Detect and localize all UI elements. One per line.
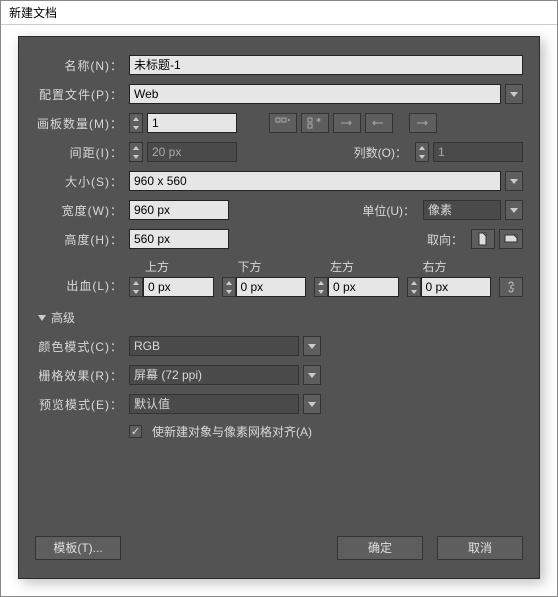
- profile-dropdown-icon[interactable]: [505, 84, 523, 104]
- align-label: 使新建对象与像素网格对齐(A): [152, 423, 312, 440]
- colormode-dropdown-icon[interactable]: [303, 336, 321, 356]
- units-select[interactable]: 像素: [423, 200, 501, 220]
- landscape-icon[interactable]: [499, 229, 523, 249]
- columns-input: 1: [433, 142, 523, 162]
- cancel-button[interactable]: 取消: [437, 536, 523, 560]
- title-bar: 新建文档: [1, 1, 557, 25]
- align-checkbox[interactable]: ✓: [129, 425, 142, 438]
- bleed-top-input[interactable]: 0 px: [143, 277, 214, 297]
- ok-button[interactable]: 确定: [337, 536, 423, 560]
- spacing-spinner: [129, 142, 143, 162]
- bleed-top-spinner[interactable]: [129, 277, 143, 297]
- orientation-label: 取向：: [427, 231, 463, 248]
- advanced-toggle[interactable]: 高级: [39, 309, 523, 326]
- units-dropdown-icon[interactable]: [505, 200, 523, 220]
- artboards-input[interactable]: 1: [147, 113, 237, 133]
- name-label: 名称(N)：: [35, 57, 129, 74]
- row-rtl-icon[interactable]: [365, 113, 393, 133]
- profile-label: 配置文件(P)：: [35, 86, 129, 103]
- spacing-input: 20 px: [147, 142, 237, 162]
- raster-select[interactable]: 屏幕 (72 ppi): [129, 365, 299, 385]
- height-label: 高度(H)：: [35, 231, 129, 248]
- raster-label: 栅格效果(R)：: [35, 367, 129, 384]
- preview-select[interactable]: 默认值: [129, 394, 299, 414]
- profile-select[interactable]: Web: [129, 84, 501, 104]
- columns-label: 列数(O)：: [354, 144, 407, 161]
- bleed-right-spinner[interactable]: [407, 277, 421, 297]
- advanced-label: 高级: [51, 309, 75, 326]
- bleed-label: 出血(L)：: [35, 277, 129, 297]
- columns-spinner: [415, 142, 429, 162]
- preview-dropdown-icon[interactable]: [303, 394, 321, 414]
- disclosure-triangle-icon: [38, 315, 46, 321]
- colormode-select[interactable]: RGB: [129, 336, 299, 356]
- dialog-panel: 名称(N)： 未标题-1 配置文件(P)： Web 画板数量(M)： 1: [18, 36, 540, 579]
- templates-button[interactable]: 模板(T)...: [35, 536, 121, 560]
- title-text: 新建文档: [9, 6, 57, 20]
- bleed-left-input[interactable]: 0 px: [328, 277, 399, 297]
- preview-label: 预览模式(E)：: [35, 396, 129, 413]
- width-input[interactable]: 960 px: [129, 200, 229, 220]
- artboards-label: 画板数量(M)：: [35, 115, 129, 132]
- arrange-icon[interactable]: [409, 113, 437, 133]
- row-ltr-icon[interactable]: [333, 113, 361, 133]
- portrait-icon[interactable]: [471, 229, 495, 249]
- colormode-label: 颜色模式(C)：: [35, 338, 129, 355]
- bleed-bottom-label: 下方: [222, 258, 307, 275]
- size-label: 大小(S)：: [35, 173, 129, 190]
- bleed-top-label: 上方: [129, 258, 214, 275]
- height-input[interactable]: 560 px: [129, 229, 229, 249]
- width-label: 宽度(W)：: [35, 202, 129, 219]
- artboards-spinner[interactable]: [129, 113, 143, 133]
- new-document-dialog: 新建文档 名称(N)： 未标题-1 配置文件(P)： Web 画板数量(M)：: [0, 0, 558, 597]
- units-label: 单位(U)：: [362, 202, 415, 219]
- bleed-bottom-spinner[interactable]: [222, 277, 236, 297]
- bleed-right-label: 右方: [407, 258, 492, 275]
- link-bleed-icon[interactable]: [499, 277, 523, 297]
- raster-dropdown-icon[interactable]: [303, 365, 321, 385]
- grid-row-icon[interactable]: [269, 113, 297, 133]
- name-input[interactable]: 未标题-1: [129, 55, 523, 75]
- size-dropdown-icon[interactable]: [505, 171, 523, 191]
- bleed-left-label: 左方: [314, 258, 399, 275]
- bleed-bottom-input[interactable]: 0 px: [236, 277, 307, 297]
- spacing-label: 间距(I)：: [35, 144, 129, 161]
- grid-col-icon[interactable]: [301, 113, 329, 133]
- bleed-left-spinner[interactable]: [314, 277, 328, 297]
- size-select[interactable]: 960 x 560: [129, 171, 501, 191]
- bleed-right-input[interactable]: 0 px: [421, 277, 492, 297]
